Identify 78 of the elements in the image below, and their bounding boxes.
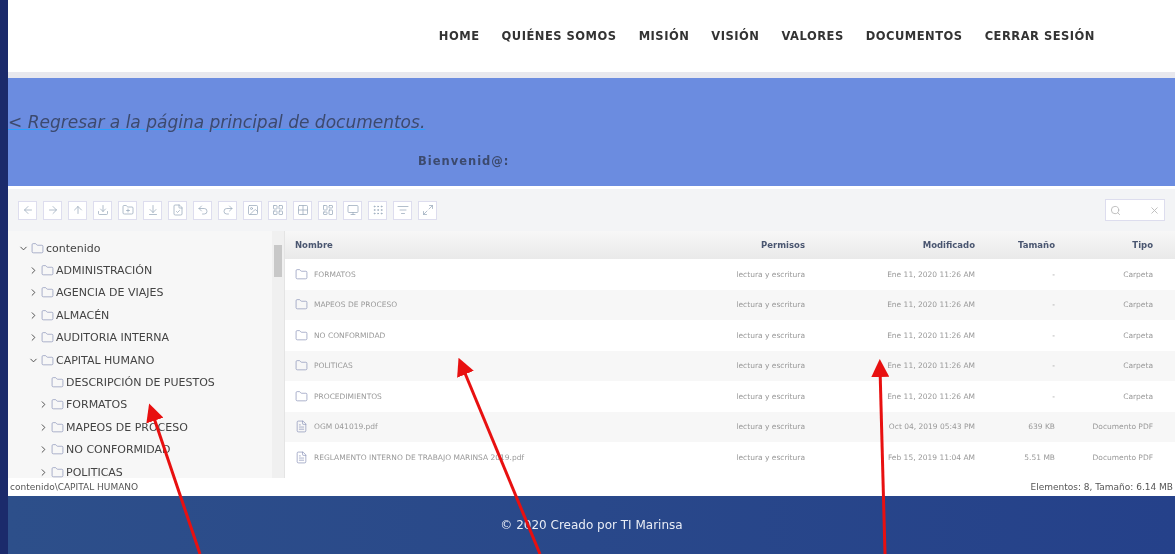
grid-button[interactable]: [268, 200, 287, 220]
folder-icon: [51, 376, 64, 390]
folder-icon: [51, 465, 64, 478]
close-icon[interactable]: [1149, 204, 1160, 216]
back-icon: [21, 204, 34, 216]
download-icon: [96, 204, 109, 216]
new-folder-icon: [121, 204, 134, 216]
image-button[interactable]: [243, 200, 262, 220]
folder-icon: [41, 264, 54, 278]
tree-item[interactable]: AUDITORIA INTERNA: [56, 331, 170, 345]
nav-link[interactable]: VALORES: [781, 29, 844, 43]
nav-link[interactable]: QUIÉNES SOMOS: [501, 29, 617, 43]
column-header[interactable]: Modificado: [805, 240, 975, 250]
monitor-icon: [346, 204, 359, 216]
nav-link[interactable]: VISIÓN: [711, 29, 760, 43]
folder-icon: [295, 389, 308, 403]
folder-icon: [295, 359, 308, 373]
nav-link[interactable]: DOCUMENTOS: [865, 29, 963, 43]
sort-icon: [396, 204, 409, 216]
grid-outline-icon: [296, 204, 309, 216]
file-check-button[interactable]: [168, 200, 187, 220]
file-check-icon: [171, 204, 184, 216]
redo-button[interactable]: [218, 200, 237, 220]
pdf-file-icon: [295, 450, 308, 464]
folder-icon: [41, 286, 54, 300]
folder-icon: [295, 328, 308, 342]
back-button[interactable]: [18, 200, 37, 220]
folder-icon: [41, 331, 54, 345]
undo-button[interactable]: [193, 200, 212, 220]
nav-link[interactable]: CERRAR SESIÓN: [984, 29, 1095, 43]
tree-item[interactable]: ALMACÉN: [56, 308, 110, 322]
tree-item[interactable]: CAPITAL HUMANO: [56, 353, 155, 367]
folder-icon: [41, 308, 54, 322]
sort-button[interactable]: [393, 200, 412, 220]
undo-icon: [196, 204, 209, 216]
search-field[interactable]: [1105, 199, 1165, 221]
nav-link[interactable]: HOME: [438, 29, 480, 43]
forward-button[interactable]: [43, 200, 62, 220]
pdf-file-icon: [295, 420, 308, 434]
dots-grid-icon: [371, 204, 384, 216]
download-button[interactable]: [93, 200, 112, 220]
column-header[interactable]: Tamaño: [975, 240, 1055, 250]
nav-link[interactable]: MISIÓN: [638, 29, 690, 43]
welcome-text: Bienvenid@:: [418, 154, 510, 168]
column-header[interactable]: Permisos: [665, 240, 805, 250]
redo-icon: [221, 204, 234, 216]
scrollbar[interactable]: [272, 231, 284, 478]
tree-item[interactable]: POLITICAS: [66, 465, 123, 478]
expand-button[interactable]: [418, 200, 437, 220]
forward-icon: [46, 204, 59, 216]
folder-summary: Elementos: 8, Tamaño: 6.14 MB: [1030, 482, 1173, 492]
grid-outline-button[interactable]: [293, 200, 312, 220]
tree-item[interactable]: FORMATOS: [66, 398, 128, 412]
current-path: contenido\CAPITAL HUMANO: [10, 482, 139, 492]
up-button[interactable]: [68, 200, 87, 220]
tree-item[interactable]: ADMINISTRACIÓN: [56, 264, 153, 278]
search-icon: [1110, 204, 1121, 216]
folder-icon: [51, 398, 64, 412]
folder-icon: [51, 420, 64, 434]
folder-icon: [51, 443, 64, 457]
new-folder-button[interactable]: [118, 200, 137, 220]
up-icon: [71, 204, 84, 216]
folder-icon: [41, 353, 54, 367]
image-icon: [246, 204, 259, 216]
tree-item[interactable]: AGENCIA DE VIAJES: [56, 286, 164, 300]
monitor-button[interactable]: [343, 200, 362, 220]
dots-grid-button[interactable]: [368, 200, 387, 220]
layout-button[interactable]: [318, 200, 337, 220]
tree-item[interactable]: contenido: [46, 241, 101, 255]
folder-icon: [31, 241, 44, 255]
expand-icon: [421, 204, 434, 216]
folder-icon: [295, 298, 308, 312]
column-header[interactable]: Nombre: [295, 240, 665, 250]
column-header[interactable]: Tipo: [1055, 240, 1153, 250]
tree-item[interactable]: DESCRIPCIÓN DE PUESTOS: [66, 376, 215, 390]
grid-icon: [271, 204, 284, 216]
folder-icon: [295, 267, 308, 281]
layout-icon: [321, 204, 334, 216]
